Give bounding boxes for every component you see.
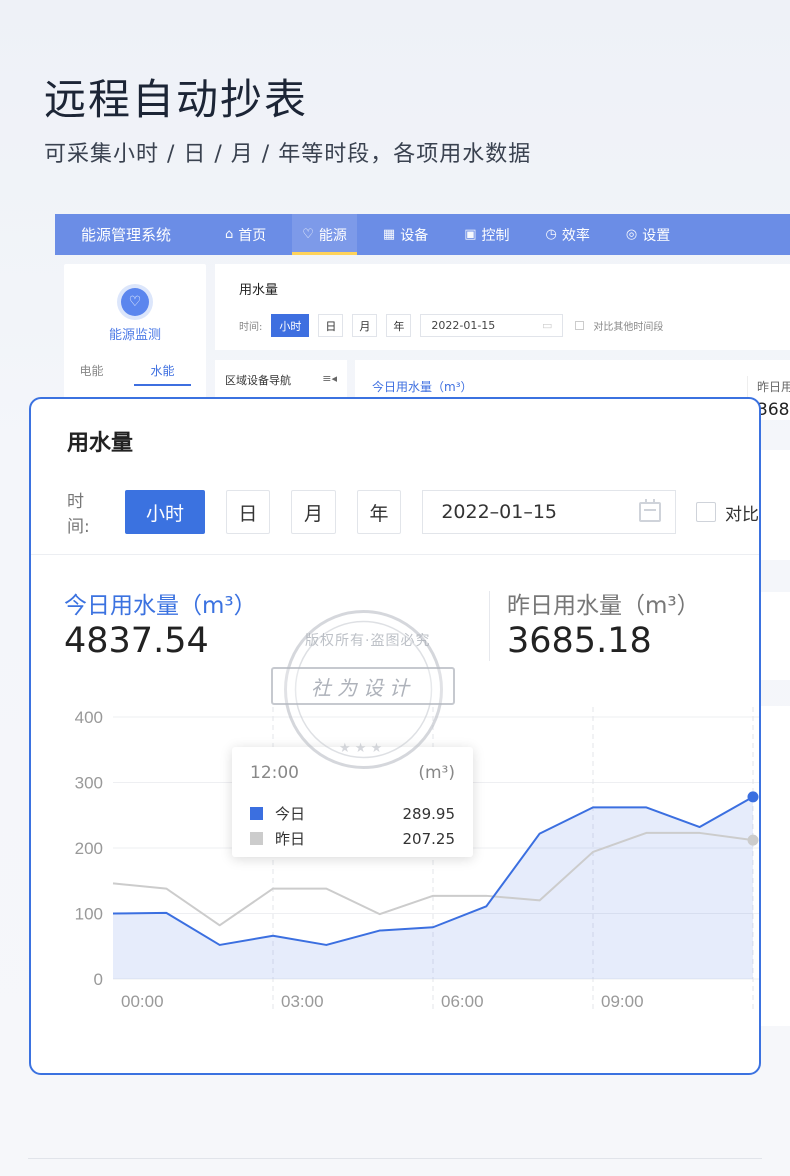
time-label: 时间:: [67, 492, 90, 537]
y-tick-label: 200: [75, 839, 103, 858]
series-point-昨日: [747, 834, 759, 846]
calendar-icon: ▭: [541, 319, 553, 332]
today-usage-label: 今日用水量（m³）: [64, 593, 257, 619]
home-icon: ⌂: [225, 227, 234, 242]
nav-label: 能源: [318, 227, 347, 244]
legend-swatch-today: [250, 807, 263, 820]
stat-divider: [489, 591, 490, 661]
watermark-ring-text: 版权所有·盗图必究: [305, 633, 431, 649]
nav-item-settings[interactable]: ◎ 设置: [616, 214, 680, 255]
watermark-band: 社为设计: [271, 667, 455, 705]
x-tick-label: 06:00: [441, 992, 484, 1011]
date-value-small: 2022-01-15: [431, 319, 496, 332]
compare-label: 对比: [724, 504, 759, 525]
calendar-icon: [639, 499, 662, 522]
y-tick-label: 0: [94, 970, 103, 989]
yesterday-label-small: 昨日用: [757, 380, 790, 394]
nav-item-control[interactable]: ▣ 控制: [454, 214, 519, 255]
y-tick-label: 100: [75, 905, 103, 924]
tooltip-row-yesterday: 昨日 207.25: [250, 828, 455, 849]
tooltip-row-today: 今日 289.95: [250, 803, 455, 824]
nav-item-home[interactable]: ⌂ 首页: [215, 214, 276, 255]
month-button[interactable]: 月: [291, 490, 336, 534]
year-button-small[interactable]: 年: [386, 314, 412, 337]
nav-label: 首页: [238, 227, 267, 244]
tooltip-series-name: 昨日: [275, 830, 306, 848]
background-panel-edge: [760, 450, 790, 560]
compare-checkbox[interactable]: [696, 502, 716, 522]
date-field-small[interactable]: 2022-01-15 ▭: [420, 314, 564, 337]
side-panel-title: 能源监测: [108, 328, 161, 343]
app-brand: 能源管理系统: [81, 226, 172, 244]
x-tick-label: 03:00: [281, 992, 324, 1011]
date-value: 2022–01–15: [441, 501, 558, 523]
x-tick-label: 00:00: [121, 992, 164, 1011]
yesterday-usage-label: 昨日用水量（m³）: [507, 593, 700, 619]
date-picker[interactable]: 2022–01–15: [422, 490, 677, 534]
nav-label: 设备: [400, 227, 429, 244]
background-panel-edge: [760, 592, 790, 680]
grid-icon: ▦: [382, 227, 396, 242]
nav-label: 效率: [561, 227, 590, 244]
yesterday-value-small: 368: [757, 400, 790, 420]
energy-tabs: 电能 水能: [64, 362, 206, 386]
nav-item-energy[interactable]: ♡ 能源: [292, 214, 357, 255]
nav-item-efficiency[interactable]: ◷ 效率: [536, 214, 600, 255]
today-label-small: 今日用水量（m³）: [372, 380, 473, 394]
top-navbar: 能源管理系统 ⌂ 首页 ♡ 能源 ▦ 设备 ▣ 控制 ◷ 效率 ◎ 设置: [55, 214, 790, 255]
page-title: 远程自动抄表: [44, 75, 309, 124]
filter-card-small: 用水量 时间: 小时 日 月 年 2022-01-15 ▭ 对比其他时间段: [215, 264, 790, 350]
nav-label: 控制: [481, 227, 510, 244]
today-usage-value: 4837.54: [64, 621, 209, 661]
divider: [28, 1158, 762, 1159]
card-title-small: 用水量: [239, 283, 279, 298]
nav-item-devices[interactable]: ▦ 设备: [373, 214, 438, 255]
tooltip-series-value: 289.95: [402, 804, 456, 823]
tooltip-series-name: 今日: [275, 805, 306, 823]
hour-button[interactable]: 小时: [125, 490, 205, 534]
tab-electric[interactable]: 电能: [79, 362, 103, 386]
card-title: 用水量: [67, 431, 134, 456]
background-app: 能源管理系统 ⌂ 首页 ♡ 能源 ▦ 设备 ▣ 控制 ◷ 效率 ◎ 设置 ♡ 能源监测 电能…: [55, 214, 790, 420]
page-subtitle: 可采集小时 / 日 / 月 / 年等时段，各项用水数据: [44, 142, 532, 167]
bulb-icon: ♡: [302, 227, 314, 242]
hour-button-small[interactable]: 小时: [271, 314, 310, 337]
tooltip-series-value: 207.25: [402, 829, 456, 848]
side-panel: ♡ 能源监测 电能 水能: [64, 264, 206, 404]
bulb-icon: ♡: [121, 288, 149, 316]
background-panel-edge: [760, 706, 790, 1026]
series-point-今日: [747, 791, 759, 803]
month-button-small[interactable]: 月: [352, 314, 378, 337]
y-tick-label: 300: [75, 774, 103, 793]
x-tick-label: 09:00: [601, 992, 644, 1011]
clock-icon: ◷: [545, 227, 557, 242]
gear-icon: ◎: [625, 227, 638, 242]
legend-swatch-yesterday: [250, 832, 263, 845]
panel-icon: ▣: [464, 227, 477, 242]
tab-water[interactable]: 水能: [134, 362, 191, 386]
svg-text:★ ★ ★: ★ ★ ★: [339, 741, 382, 756]
day-button-small[interactable]: 日: [318, 314, 344, 337]
compare-checkbox-small[interactable]: [575, 321, 585, 330]
divider: [31, 554, 759, 555]
time-label-small: 时间:: [239, 322, 263, 333]
yesterday-usage-value: 3685.18: [507, 621, 652, 661]
filter-row: 时间: 小时 日 月 年 2022–01–15 对比: [67, 487, 759, 537]
year-button[interactable]: 年: [356, 490, 402, 534]
filter-row-small: 时间: 小时 日 月 年 2022-01-15 ▭ 对比其他时间段: [239, 314, 663, 337]
day-button[interactable]: 日: [225, 490, 271, 534]
compare-label-small: 对比其他时间段: [593, 322, 664, 333]
y-tick-label: 400: [75, 708, 103, 727]
nav-label: 设置: [642, 227, 671, 244]
